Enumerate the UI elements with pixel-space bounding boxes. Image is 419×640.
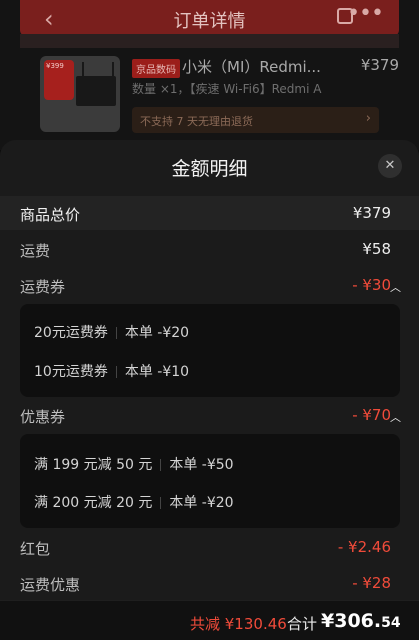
coupon-name: 10元运费券 [34,364,108,380]
total-amount: ¥306.54 [321,610,401,632]
coupon-name: 满 200 元减 20 元 [34,495,153,511]
order-product-card[interactable]: ¥399 京品数码 小米（MI）Redmi... ¥379 数量 ×1，【疾速 … [20,48,399,144]
coupon-value: - ¥70 [352,406,391,424]
list-item: 满 200 元减 20 元本单 -¥20 [34,492,234,512]
coupon-row[interactable]: 优惠券 - ¥70 ︿ [0,398,419,432]
total-discount: 共减 ¥130.46 [190,615,287,633]
shipping-coupon-value: - ¥30 [352,276,391,294]
divider [115,327,117,339]
coupon-detail: 本单 -¥50 [169,457,234,473]
red-packet-row: 红包 - ¥2.46 [0,530,419,564]
product-thumbnail[interactable]: ¥399 [40,56,120,132]
shipping-value: ¥58 [362,240,391,258]
amount-detail-sheet: 金额明细 ✕ 商品总价 ¥379 运费 ¥58 运费券 - ¥30 ︿ 20元运… [0,140,419,640]
top-navigation-bar: ‹ 订单详情 ••• [20,0,399,36]
thumbnail-price-badge: ¥399 [44,60,74,100]
shipping-coupon-row[interactable]: 运费券 - ¥30 ︿ [0,268,419,302]
coupon-detail: 本单 -¥20 [124,325,190,341]
coupon-name: 满 199 元减 50 元 [34,457,153,473]
coupon-label: 优惠券 [20,408,66,426]
list-item: 10元运费券 本单 -¥10 [34,361,189,381]
list-item: 满 199 元减 50 元本单 -¥50 [34,454,234,474]
shipping-discount-label: 运费优惠 [20,576,81,594]
total-amount-main: ¥306. [321,610,382,632]
shipping-row: 运费 ¥58 [0,232,419,266]
product-spec: 数量 ×1，【疾速 Wi-Fi6】Redmi A [132,82,322,96]
red-packet-label: 红包 [20,540,51,558]
close-icon: ✕ [384,158,396,173]
total-label: 合计 [287,615,318,633]
divider [115,366,117,378]
category-tag: 京品数码 [132,59,180,78]
shipping-coupon-label: 运费券 [20,278,66,296]
product-price: ¥379 [360,56,399,74]
coupon-name: 20元运费券 [34,325,108,341]
goods-total-value: ¥379 [352,204,391,222]
goods-total-label: 商品总价 [20,206,81,224]
chevron-up-icon[interactable]: ︿ [390,409,401,425]
shipping-coupon-list: 20元运费券 本单 -¥20 10元运费券 本单 -¥10 [20,304,400,397]
total-amount-cents: 54 [381,615,401,631]
shipping-discount-row: 运费优惠 - ¥28 [0,566,419,600]
return-policy-note[interactable]: 不支持 7 天无理由退货 › [132,107,379,133]
coupon-list: 满 199 元减 50 元本单 -¥50 满 200 元减 20 元本单 -¥2… [20,434,400,528]
coupon-detail: 本单 -¥20 [169,495,234,511]
shipping-label: 运费 [20,242,51,260]
close-button[interactable]: ✕ [378,154,402,178]
red-packet-value: - ¥2.46 [337,538,391,556]
divider [160,497,162,509]
divider [160,459,162,471]
chevron-up-icon[interactable]: ︿ [390,279,401,295]
return-policy-text: 不支持 7 天无理由退货 [140,115,253,128]
shipping-discount-value: - ¥28 [352,574,391,592]
total-summary-bar: 共减 ¥130.46 合计 ¥306.54 [0,600,419,640]
sheet-title: 金额明细 [171,158,248,180]
coupon-detail: 本单 -¥10 [124,364,190,380]
goods-total-row: 商品总价 ¥379 [0,196,419,230]
list-item: 20元运费券 本单 -¥20 [34,322,189,342]
order-detail-background: ‹ 订单详情 ••• ¥399 京品数码 小米（MI）Redmi... ¥379… [0,0,419,150]
chevron-right-icon: › [365,111,371,126]
product-name[interactable]: 小米（MI）Redmi... [182,56,321,77]
hidden-status-strip [20,34,399,48]
more-options-icon[interactable]: ••• [347,1,384,26]
router-image [76,62,116,106]
